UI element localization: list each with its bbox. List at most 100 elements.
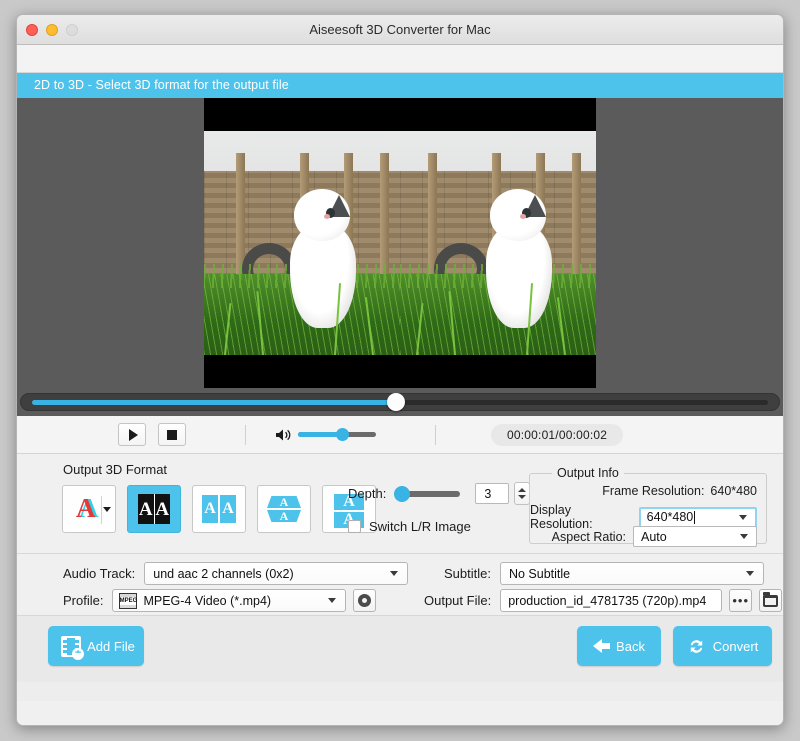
divider bbox=[245, 424, 246, 445]
subtitle-select[interactable]: No Subtitle bbox=[499, 562, 764, 585]
format-anaglyph-button[interactable]: A A bbox=[62, 485, 116, 533]
audio-track-row: Audio Track: und aac 2 channels (0x2) bbox=[63, 562, 409, 585]
aspect-ratio-value: Auto bbox=[641, 529, 667, 544]
zoom-button bbox=[66, 24, 78, 36]
aspect-ratio-label: Aspect Ratio: bbox=[551, 529, 626, 544]
convert-button[interactable]: Convert bbox=[673, 626, 772, 666]
seek-handle[interactable] bbox=[387, 393, 405, 411]
step-banner: 2D to 3D - Select 3D format for the outp… bbox=[17, 73, 783, 98]
mpeg-icon: MPEG bbox=[119, 592, 138, 609]
speaker-icon bbox=[276, 429, 291, 440]
folder-icon bbox=[763, 591, 779, 607]
sync-arrows-icon bbox=[687, 637, 706, 656]
output-info-title: Output Info bbox=[552, 466, 624, 480]
output-file-label: Output File: bbox=[424, 593, 492, 608]
minimize-button[interactable] bbox=[46, 24, 58, 36]
divider bbox=[101, 496, 102, 524]
window-footer bbox=[17, 682, 783, 701]
open-folder-button[interactable] bbox=[759, 589, 783, 612]
frame-resolution-row: Frame Resolution: 640*480 bbox=[602, 484, 757, 498]
close-button[interactable] bbox=[26, 24, 38, 36]
aspect-ratio-select[interactable]: Auto bbox=[633, 526, 757, 547]
output-file-input[interactable]: production_id_4781735 (720p).mp4 bbox=[500, 589, 723, 612]
gear-icon bbox=[358, 594, 372, 607]
output-file-row: Output File: production_id_4781735 (720p… bbox=[424, 589, 783, 612]
profile-settings-button[interactable] bbox=[353, 589, 377, 612]
back-button[interactable]: Back bbox=[577, 626, 661, 666]
stepper-down-icon[interactable] bbox=[518, 495, 527, 499]
anaglyph-A-icon: A A bbox=[76, 493, 99, 523]
chevron-down-icon[interactable] bbox=[103, 507, 111, 512]
depth-stepper[interactable] bbox=[514, 482, 531, 505]
depth-slider[interactable] bbox=[394, 485, 461, 502]
timecode-display: 00:00:01/00:00:02 bbox=[491, 423, 624, 446]
action-bar: + Add File Back Convert bbox=[17, 616, 783, 682]
subtitle-value: No Subtitle bbox=[508, 566, 571, 581]
left-eye-image bbox=[204, 131, 400, 355]
video-frame bbox=[204, 98, 596, 388]
depth-value-field[interactable]: 3 bbox=[475, 483, 510, 504]
depth-control-row: Depth: 3 bbox=[348, 482, 531, 505]
convert-label: Convert bbox=[712, 638, 759, 654]
divider bbox=[435, 424, 436, 445]
interlaced-AA-icon: A A bbox=[138, 494, 170, 524]
text-cursor bbox=[694, 510, 696, 524]
app-window: Aiseesoft 3D Converter for Mac 2D to 3D … bbox=[16, 14, 784, 726]
format-anamorphic-top-bottom-button[interactable]: A A bbox=[257, 485, 311, 533]
format-side-by-side-button[interactable]: A A bbox=[192, 485, 246, 533]
stop-icon bbox=[167, 429, 177, 440]
anamorphic-top-bottom-icon: A A bbox=[267, 496, 301, 522]
settings-section: Audio Track: und aac 2 channels (0x2) Pr… bbox=[17, 554, 783, 616]
seek-slider[interactable] bbox=[20, 393, 780, 411]
switch-lr-checkbox[interactable] bbox=[348, 520, 361, 533]
video-preview-area bbox=[17, 98, 783, 388]
chevron-down-icon[interactable] bbox=[740, 534, 748, 539]
toolbar-strip bbox=[17, 45, 783, 73]
depth-label: Depth: bbox=[348, 486, 387, 501]
output-info-group: Output Info Frame Resolution: 640*480 Di… bbox=[529, 466, 767, 547]
traffic-lights bbox=[26, 24, 78, 36]
seek-progress bbox=[32, 399, 394, 405]
right-eye-image bbox=[400, 131, 596, 355]
profile-select[interactable]: MPEG MPEG-4 Video (*.mp4) bbox=[112, 589, 347, 612]
profile-row: Profile: MPEG MPEG-4 Video (*.mp4) bbox=[63, 589, 377, 612]
film-strip-add-icon: + bbox=[61, 635, 85, 660]
display-resolution-value: 640*480 bbox=[646, 510, 694, 524]
audio-track-select[interactable]: und aac 2 channels (0x2) bbox=[144, 562, 409, 585]
audio-track-value: und aac 2 channels (0x2) bbox=[153, 566, 294, 581]
volume-slider[interactable] bbox=[298, 428, 376, 441]
transport-controls: 00:00:01/00:00:02 bbox=[17, 416, 783, 454]
play-button[interactable] bbox=[118, 423, 146, 446]
switch-lr-row[interactable]: Switch L/R Image bbox=[348, 519, 471, 534]
arrow-left-icon bbox=[593, 639, 611, 653]
ellipsis-icon: ••• bbox=[732, 592, 750, 608]
title-bar: Aiseesoft 3D Converter for Mac bbox=[17, 15, 783, 45]
chevron-down-icon[interactable] bbox=[328, 598, 337, 603]
output-3d-format-title: Output 3D Format bbox=[63, 462, 168, 477]
back-label: Back bbox=[616, 638, 645, 654]
format-interlaced-button[interactable]: A A bbox=[127, 485, 181, 533]
stop-button[interactable] bbox=[158, 423, 186, 446]
depth-handle[interactable] bbox=[394, 485, 411, 502]
add-file-label: Add File bbox=[87, 638, 135, 654]
chevron-down-icon[interactable] bbox=[390, 571, 399, 576]
side-by-side-AA-icon: A A bbox=[202, 495, 236, 523]
switch-lr-label: Switch L/R Image bbox=[369, 519, 471, 534]
frame-resolution-label: Frame Resolution: bbox=[602, 484, 705, 498]
subtitle-row: Subtitle: No Subtitle bbox=[444, 562, 764, 585]
stepper-up-icon[interactable] bbox=[518, 488, 527, 492]
play-icon bbox=[128, 428, 138, 441]
add-file-button[interactable]: + Add File bbox=[48, 626, 144, 666]
display-resolution-input[interactable]: 640*480 bbox=[638, 506, 757, 528]
format-button-group: A A A A A A A A A bbox=[62, 485, 376, 533]
stereo-pair bbox=[204, 131, 596, 355]
frame-resolution-value: 640*480 bbox=[710, 484, 757, 498]
chevron-down-icon[interactable] bbox=[739, 514, 747, 520]
volume-handle[interactable] bbox=[336, 428, 349, 441]
output-file-browse-button[interactable]: ••• bbox=[729, 589, 753, 612]
output-3d-format-section: Output 3D Format A A A A A A A A A Depth… bbox=[17, 454, 783, 554]
window-title: Aiseesoft 3D Converter for Mac bbox=[309, 22, 491, 37]
volume-control[interactable] bbox=[275, 428, 376, 442]
chevron-down-icon[interactable] bbox=[745, 571, 754, 576]
seek-bar-container bbox=[17, 388, 783, 416]
